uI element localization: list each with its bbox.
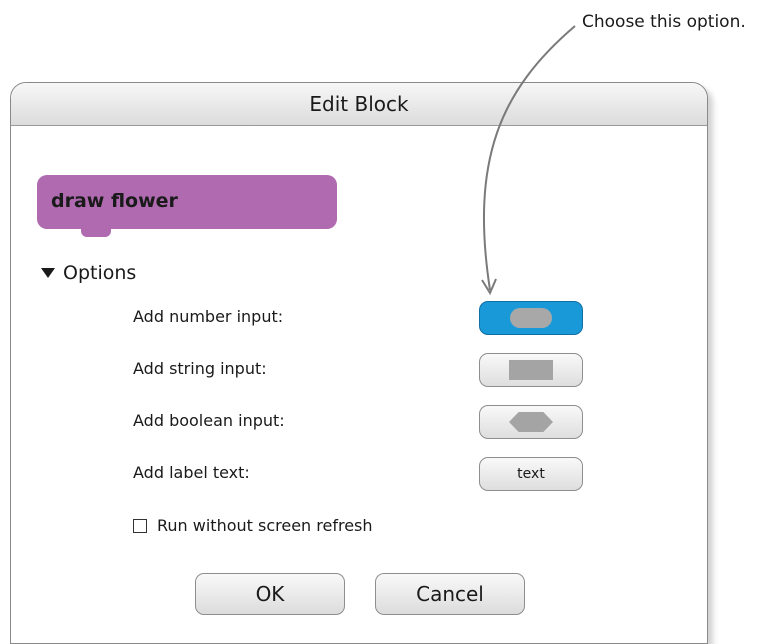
- callout-text: Choose this option.: [582, 12, 746, 32]
- custom-block-preview[interactable]: draw flower: [37, 175, 337, 237]
- option-label-number: Add number input:: [133, 307, 284, 326]
- option-label-text: Add label text:: [133, 463, 250, 482]
- option-label-boolean: Add boolean input:: [133, 411, 285, 430]
- label-text-button-text: text: [517, 466, 545, 482]
- options-toggle[interactable]: Options: [41, 262, 136, 284]
- run-without-refresh-checkbox[interactable]: [133, 518, 147, 533]
- ok-button[interactable]: OK: [195, 573, 345, 615]
- run-without-refresh-option[interactable]: Run without screen refresh: [133, 516, 373, 535]
- add-boolean-input-button[interactable]: [479, 405, 583, 439]
- option-label-string: Add string input:: [133, 359, 267, 378]
- rectangle-slot-icon: [509, 360, 553, 380]
- oval-slot-icon: [510, 308, 552, 328]
- triangle-down-icon: [41, 268, 55, 278]
- run-without-refresh-label: Run without screen refresh: [157, 516, 373, 535]
- add-string-input-button[interactable]: [479, 353, 583, 387]
- hexagon-slot-icon: [509, 412, 553, 432]
- add-label-text-button[interactable]: text: [479, 457, 583, 491]
- block-label: draw flower: [51, 190, 178, 212]
- add-number-input-button[interactable]: [479, 301, 583, 335]
- options-label: Options: [63, 262, 137, 284]
- edit-block-dialog: Edit Block draw flower Options Add numbe…: [10, 82, 708, 644]
- block-notch: [81, 229, 111, 237]
- cancel-button[interactable]: Cancel: [375, 573, 525, 615]
- dialog-title: Edit Block: [11, 83, 707, 126]
